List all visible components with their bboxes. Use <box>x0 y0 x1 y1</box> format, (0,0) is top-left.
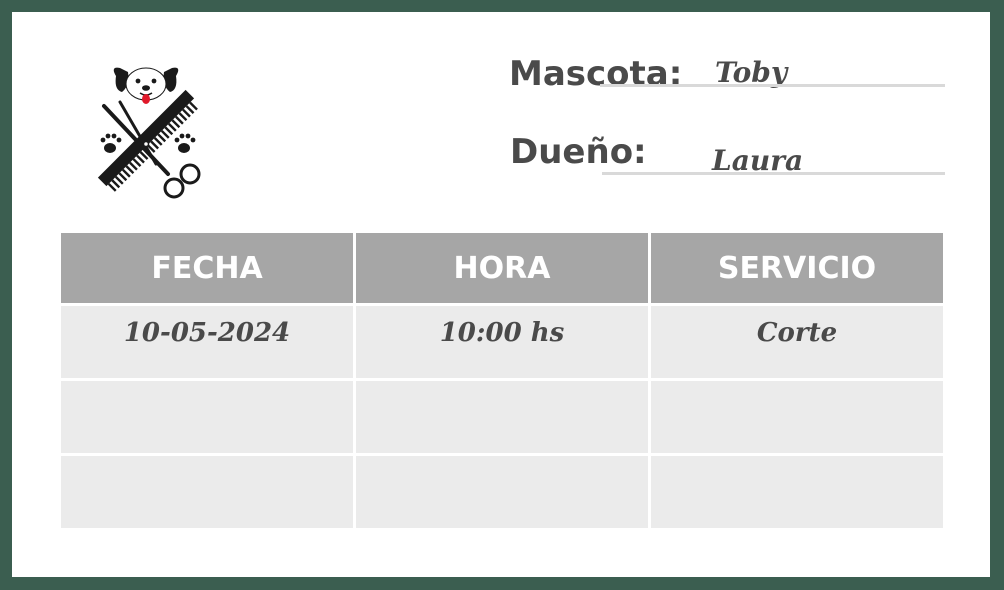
cell-fecha[interactable] <box>61 381 353 453</box>
cell-servicio[interactable] <box>651 381 943 453</box>
appointments-table: FECHA HORA SERVICIO 10-05-2024 10:00 hs … <box>58 230 946 531</box>
cell-hora[interactable]: 10:00 hs <box>356 306 648 378</box>
cell-text: Corte <box>756 318 838 348</box>
owner-name-underline <box>602 172 945 175</box>
cell-servicio[interactable]: Corte <box>651 306 943 378</box>
cell-hora[interactable] <box>356 381 648 453</box>
table-header-row: FECHA HORA SERVICIO <box>61 233 943 303</box>
cell-text: 10-05-2024 <box>123 318 291 348</box>
cell-hora[interactable] <box>356 456 648 528</box>
table-row <box>61 456 943 528</box>
table-row: 10-05-2024 10:00 hs Corte <box>61 306 943 378</box>
cell-servicio[interactable] <box>651 456 943 528</box>
appointment-card: Mascota: Toby Dueño: Laura FECHA HORA SE… <box>12 12 990 577</box>
dog-grooming-logo-icon <box>97 67 201 199</box>
cell-fecha[interactable]: 10-05-2024 <box>61 306 353 378</box>
header-hora: HORA <box>356 233 648 303</box>
header-servicio: SERVICIO <box>651 233 943 303</box>
header-fecha: FECHA <box>61 233 353 303</box>
cell-fecha[interactable] <box>61 456 353 528</box>
table-row <box>61 381 943 453</box>
cell-text: 10:00 hs <box>439 318 565 348</box>
owner-label: Dueño: <box>510 132 647 172</box>
pet-label: Mascota: <box>509 54 683 94</box>
pet-name-underline <box>600 84 945 87</box>
